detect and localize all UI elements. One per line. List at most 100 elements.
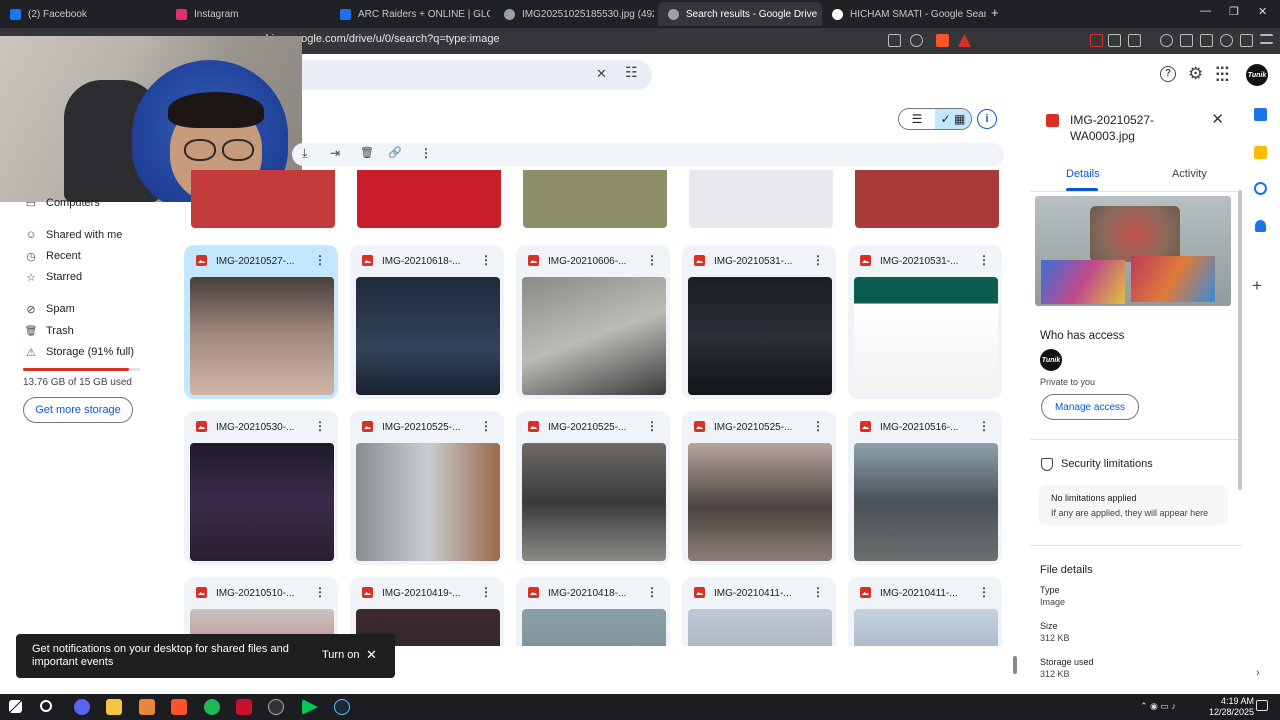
thumbnail[interactable] [522,609,666,646]
sidebar-item-starred[interactable]: ☆ Starred [24,268,82,286]
thumbnail[interactable] [522,443,666,561]
tab-google-search[interactable]: HICHAM SMATI - Google Search [822,2,986,26]
app-icon[interactable] [139,699,155,715]
details-scrollbar[interactable] [1238,190,1242,490]
extension-icon[interactable] [1090,34,1103,47]
trash-icon[interactable]: 🗑 [360,146,374,159]
sidebar-item-storage[interactable]: ⚠ Storage (91% full) [24,343,134,361]
thumbnail[interactable] [357,170,501,228]
get-more-storage-button[interactable]: Get more storage [23,397,133,423]
download-icon[interactable]: ⤓ [302,146,307,161]
thumbnail[interactable] [689,170,833,228]
move-icon[interactable]: ⇥ [330,146,340,160]
cast-icon[interactable] [888,34,901,47]
file-card[interactable]: IMG-20210418-... ⋮ [516,577,670,646]
tab-facebook[interactable]: (2) Facebook [0,2,160,26]
info-icon[interactable]: i [977,109,997,129]
file-card[interactable]: IMG-20210606-... ⋮ [516,245,670,399]
share-icon[interactable] [910,34,923,47]
brave-shield-icon[interactable] [936,34,949,47]
thumbnail[interactable] [854,609,998,646]
more-options-icon[interactable]: ⋮ [646,585,658,599]
puzzle-icon[interactable] [1108,34,1121,47]
thumbnail[interactable] [190,277,334,395]
more-actions-icon[interactable]: ⋮ [420,146,432,160]
media-player-icon[interactable] [302,699,318,715]
ai-icon[interactable] [1220,34,1233,47]
music-icon[interactable] [1160,34,1173,47]
tab-instagram[interactable]: Instagram [166,2,326,26]
restore-icon[interactable]: ❐ [1229,5,1239,18]
more-options-icon[interactable]: ⋮ [314,419,326,433]
vpn-icon[interactable] [1240,34,1253,47]
calendar-icon[interactable] [1254,108,1267,121]
thumbnail[interactable] [356,277,500,395]
more-options-icon[interactable]: ⋮ [646,419,658,433]
manage-access-button[interactable]: Manage access [1041,394,1139,420]
tune-icon[interactable]: ☷ [625,64,638,81]
thumbnail[interactable] [190,443,334,561]
menu-icon[interactable] [1260,34,1273,44]
file-card[interactable]: IMG-20210531-... ⋮ [848,245,1002,399]
thumbnail[interactable] [522,277,666,395]
file-card[interactable]: IMG-20210516-... ⋮ [848,411,1002,565]
more-options-icon[interactable]: ⋮ [480,585,492,599]
sidebar-item-computers[interactable]: ▭ Computers [24,194,100,212]
thumbnail[interactable] [854,443,998,561]
clock[interactable]: 4:19 AM 12/28/2025 [1209,696,1254,718]
file-card[interactable]: IMG-20210411-... ⋮ [682,577,836,646]
more-options-icon[interactable]: ⋮ [812,253,824,267]
brave-rewards-icon[interactable] [958,34,971,47]
chevron-right-icon[interactable]: › [1256,667,1260,679]
more-options-icon[interactable]: ⋮ [812,585,824,599]
sidebar-item-spam[interactable]: ⊘ Spam [24,300,74,318]
list-view-button[interactable]: ☰ [899,109,935,129]
grid-view-button[interactable]: ✓ ▦ [935,109,971,129]
thumbnail[interactable] [688,277,832,395]
more-options-icon[interactable]: ⋮ [480,419,492,433]
keep-icon[interactable] [1254,146,1267,159]
more-options-icon[interactable]: ⋮ [978,419,990,433]
more-options-icon[interactable]: ⋮ [314,253,326,267]
tab-arc-raiders[interactable]: ARC Raiders + ONLINE | GLOBAL | A [330,2,490,26]
sidebar-item-recent[interactable]: ◷ Recent [24,247,81,265]
more-options-icon[interactable]: ⋮ [978,253,990,267]
thumbnail[interactable] [688,609,832,646]
file-card[interactable]: IMG-20210527-... ⋮ [184,245,338,399]
thumbnail[interactable] [855,170,999,228]
turn-on-button[interactable]: Turn on [322,649,360,661]
brave-icon[interactable] [171,699,187,715]
file-card[interactable]: IMG-20210618-... ⋮ [350,245,504,399]
tab-image-file[interactable]: IMG20251025185530.jpg (4928×656 [494,2,654,26]
wallet-icon[interactable] [1128,34,1141,47]
more-options-icon[interactable]: ⋮ [812,419,824,433]
notification-center-icon[interactable] [1256,700,1268,711]
tab-activity[interactable]: Activity [1172,168,1207,180]
clear-search-icon[interactable]: ✕ [596,66,607,82]
sidebar-item-trash[interactable]: 🗑 Trash [24,322,74,340]
close-icon[interactable]: ✕ [366,647,377,663]
thumbnail[interactable] [523,170,667,228]
sidebar-icon[interactable] [1180,34,1193,47]
search-icon[interactable] [40,700,52,712]
settings-icon[interactable]: ⚙ [1188,64,1203,84]
game-icon[interactable] [236,699,252,715]
file-card[interactable]: IMG-20210531-... ⋮ [682,245,836,399]
discord-icon[interactable] [74,699,90,715]
obs-icon[interactable] [268,699,284,715]
add-addon-icon[interactable]: + [1252,276,1262,296]
search-bar[interactable]: ✕ ☷ [300,60,652,90]
file-card[interactable]: IMG-20210530-... ⋮ [184,411,338,565]
close-icon[interactable]: ✕ [1211,110,1224,128]
close-window-icon[interactable]: ✕ [1258,5,1267,18]
screenshot-icon[interactable] [1200,34,1213,47]
thumbnail[interactable] [191,170,335,228]
steam-icon[interactable] [334,699,350,715]
sidebar-item-shared[interactable]: ☺ Shared with me [24,226,122,244]
minimize-icon[interactable]: — [1200,5,1211,17]
folder-icon[interactable] [106,699,122,715]
apps-grid-icon[interactable]: ▪▪▪ ▪▪▪ ▪▪▪ [1216,64,1230,86]
contacts-icon[interactable] [1255,220,1266,232]
thumbnail[interactable] [356,443,500,561]
help-icon[interactable]: ? [1160,66,1176,82]
